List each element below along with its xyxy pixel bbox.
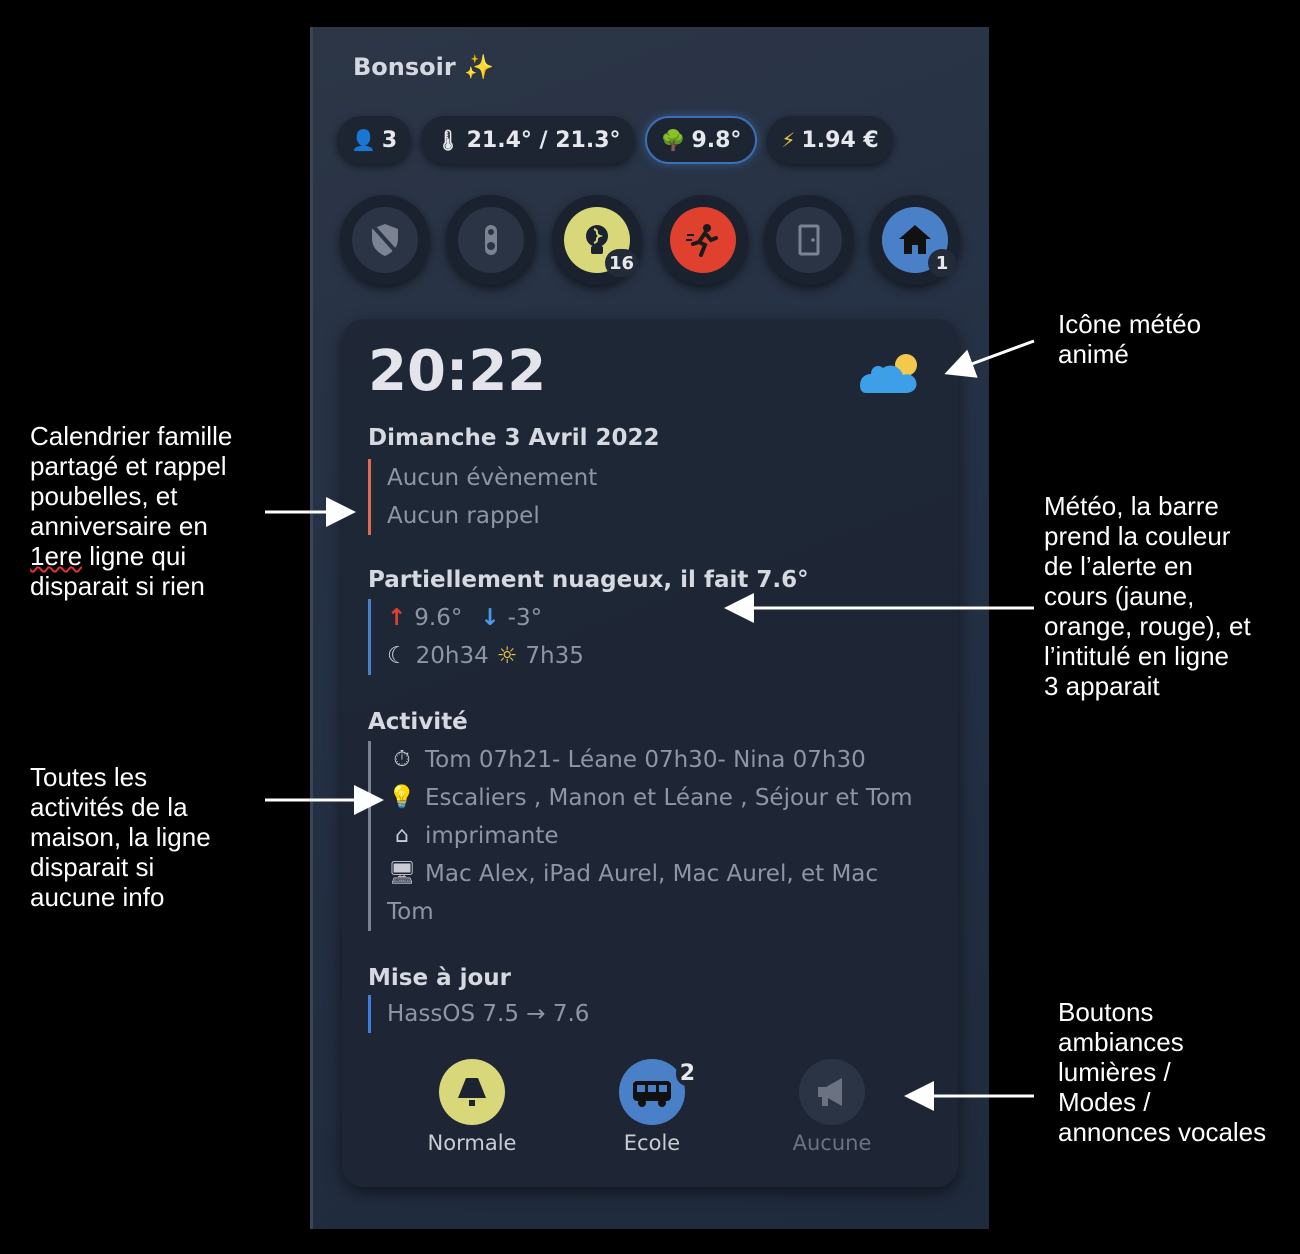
annotation-arrows	[265, 339, 1035, 1111]
arrow-weather-icon	[944, 339, 1035, 378]
